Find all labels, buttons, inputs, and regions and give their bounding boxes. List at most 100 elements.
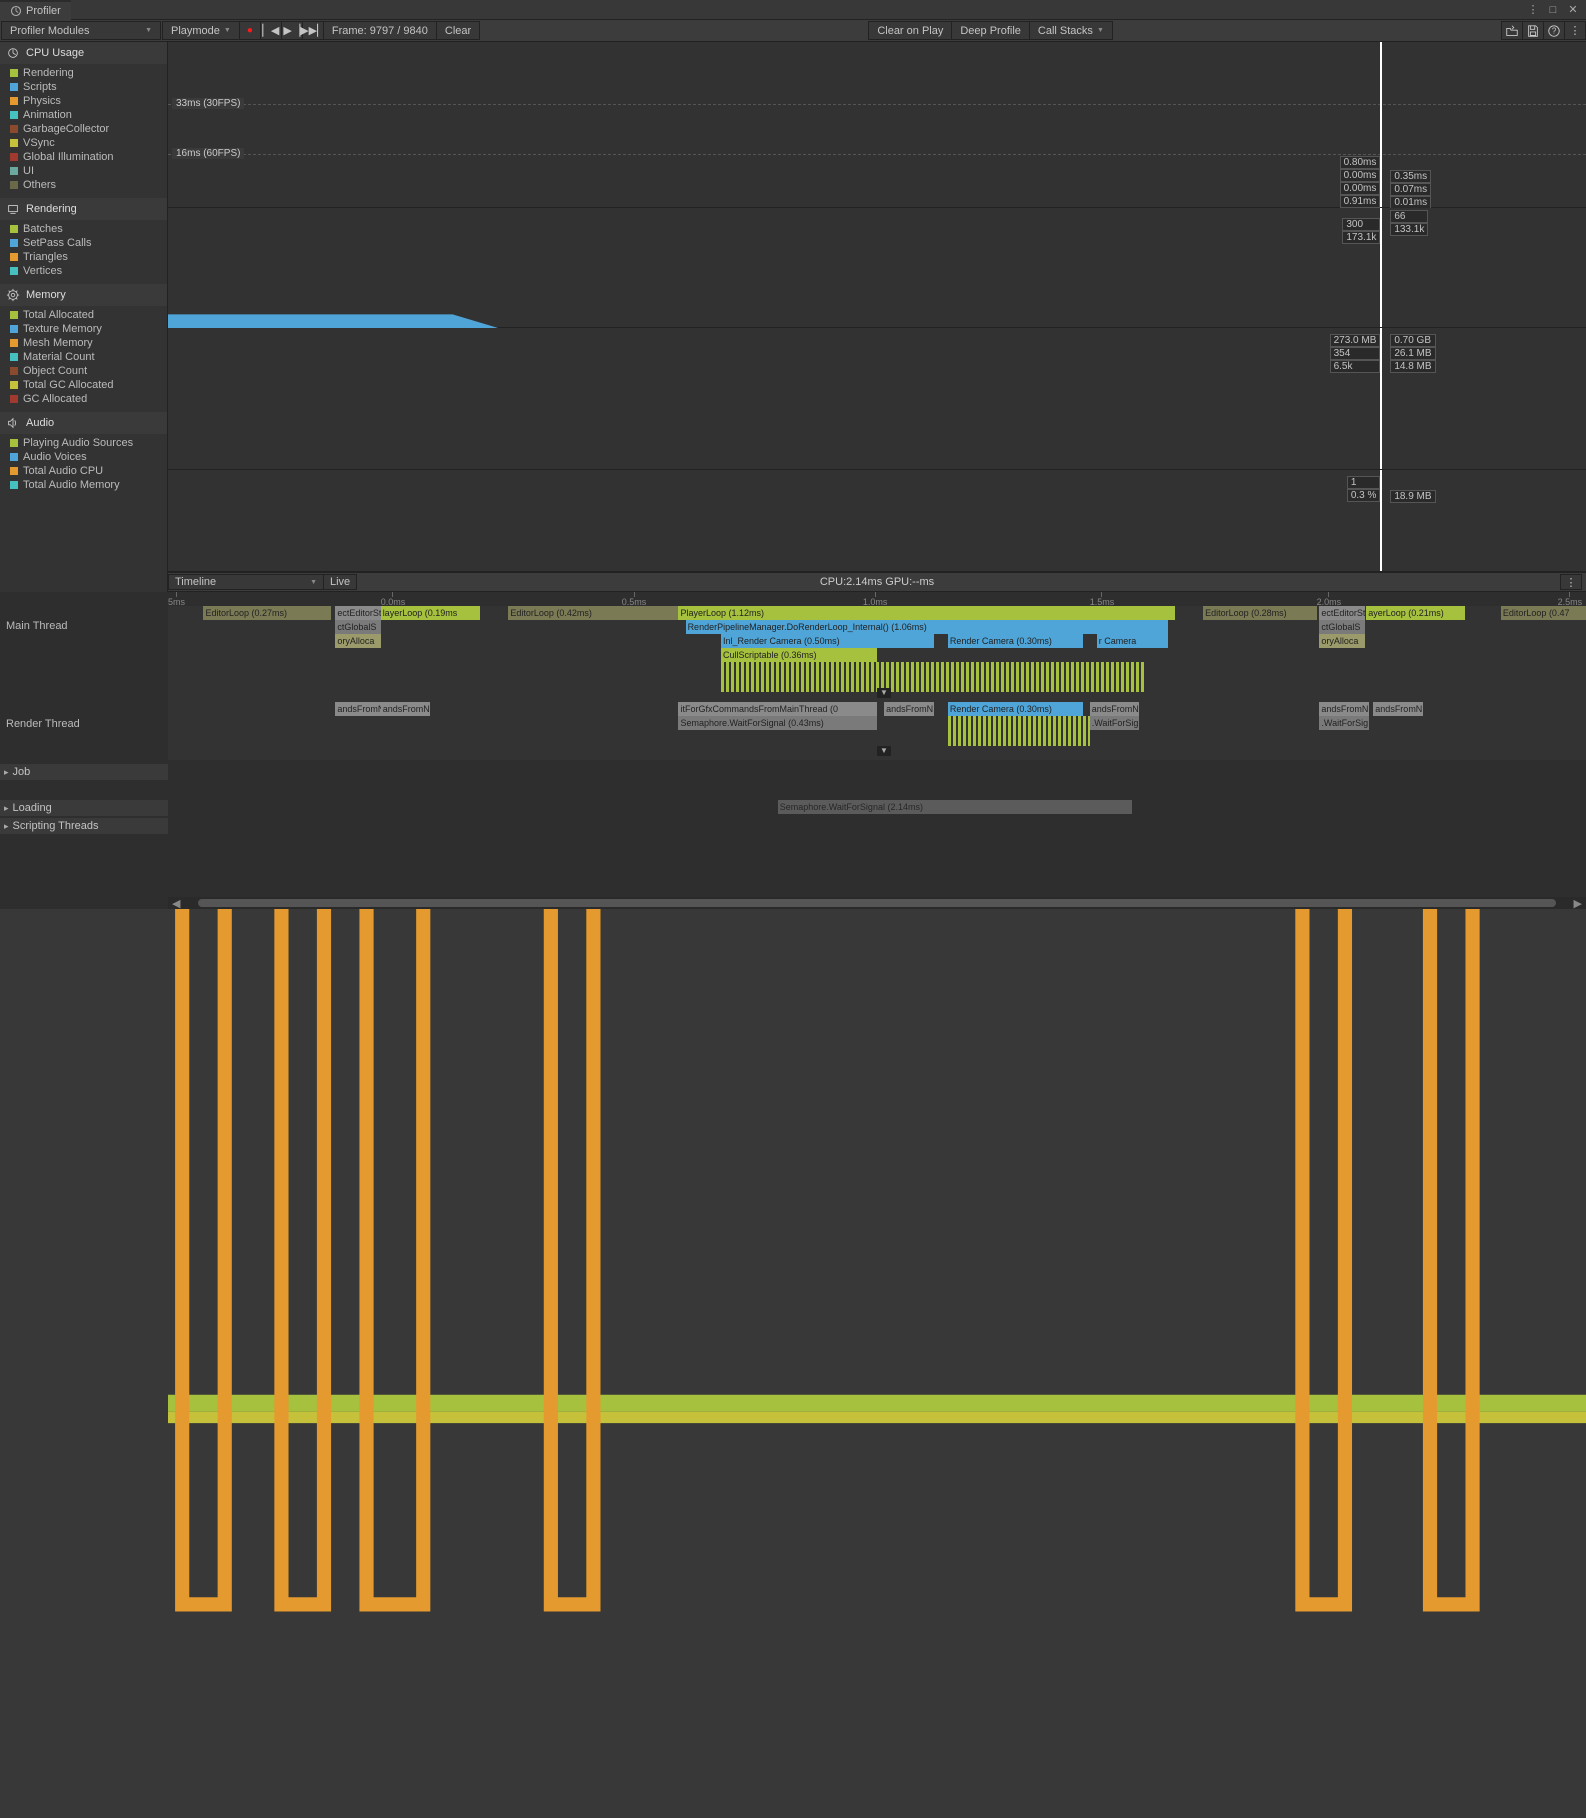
kebab-menu-icon[interactable]: ⋮: [1526, 3, 1540, 17]
legend-item[interactable]: Total Audio Memory: [0, 478, 167, 492]
loading-thread-lane[interactable]: Semaphore.WaitForSignal (2.14ms): [168, 800, 1586, 818]
block-andsfrom[interactable]: andsFromN: [381, 702, 431, 716]
current-frame-button[interactable]: ▶▶▏: [302, 21, 324, 40]
legend-item[interactable]: Physics: [0, 94, 167, 108]
legend-item[interactable]: Others: [0, 178, 167, 192]
audio-header[interactable]: Audio: [0, 412, 167, 434]
rendering-chart[interactable]: 300173.1k 66133.1k: [168, 208, 1586, 328]
job-thread-row[interactable]: Job: [0, 764, 168, 780]
scroll-right-icon[interactable]: ▶: [1570, 897, 1586, 910]
legend-item[interactable]: Vertices: [0, 264, 167, 278]
memory-header[interactable]: Memory: [0, 284, 167, 306]
call-stacks-dropdown[interactable]: Call Stacks: [1029, 21, 1113, 40]
block-semaphore[interactable]: Semaphore.WaitForSignal (0.43ms): [678, 716, 877, 730]
help-button[interactable]: ?: [1543, 21, 1565, 40]
rendering-header[interactable]: Rendering: [0, 198, 167, 220]
legend-item[interactable]: Texture Memory: [0, 322, 167, 336]
scripting-threads-row[interactable]: Scripting Threads: [0, 818, 168, 834]
profiler-tab[interactable]: Profiler: [0, 0, 71, 20]
legend-item[interactable]: Object Count: [0, 364, 167, 378]
legend-item[interactable]: GarbageCollector: [0, 122, 167, 136]
load-button[interactable]: [1501, 21, 1523, 40]
timeline-menu[interactable]: ⋮: [1560, 574, 1582, 590]
profiler-modules-dropdown[interactable]: Profiler Modules: [1, 21, 161, 40]
block-rendercam[interactable]: Render Camera (0.30ms): [948, 702, 1083, 716]
timeline-view-dropdown[interactable]: Timeline: [168, 574, 324, 590]
scroll-left-icon[interactable]: ◀: [168, 897, 184, 910]
legend-item[interactable]: SetPass Calls: [0, 236, 167, 250]
legend-item[interactable]: GC Allocated: [0, 392, 167, 406]
legend-item[interactable]: Batches: [0, 222, 167, 236]
scroll-thumb[interactable]: [198, 899, 1555, 907]
memory-chart[interactable]: 273.0 MB3546.5k 0.70 GB26.1 MB14.8 MB: [168, 328, 1586, 470]
block-playerloop[interactable]: layerLoop (0.19ms: [381, 606, 480, 620]
legend-item[interactable]: Mesh Memory: [0, 336, 167, 350]
render-thread-lane[interactable]: andsFromN andsFromN itForGfxCommandsFrom…: [168, 702, 1586, 760]
block-editorloop[interactable]: EditorLoop (0.28ms): [1203, 606, 1316, 620]
block-editorloop[interactable]: EditorLoop (0.42ms): [508, 606, 678, 620]
block-waitgfx[interactable]: itForGfxCommandsFromMainThread (0: [678, 702, 877, 716]
loading-thread-row[interactable]: Loading: [0, 800, 168, 816]
save-button[interactable]: [1522, 21, 1544, 40]
legend-item[interactable]: Global Illumination: [0, 150, 167, 164]
block-cull[interactable]: CullScriptable (0.36ms): [721, 648, 877, 662]
block-ecteditor[interactable]: ectEditorSt: [335, 606, 380, 620]
cpu-usage-header[interactable]: CPU Usage: [0, 42, 167, 64]
legend-item[interactable]: UI: [0, 164, 167, 178]
block-editorloop[interactable]: EditorLoop (0.27ms): [203, 606, 331, 620]
legend-item[interactable]: Total Allocated: [0, 308, 167, 322]
block-ctglobal[interactable]: ctGlobalS: [1319, 620, 1364, 634]
legend-item[interactable]: Total Audio CPU: [0, 464, 167, 478]
block-andsfrom[interactable]: andsFromN: [884, 702, 934, 716]
prev-frame-button[interactable]: ▏◀: [260, 21, 282, 40]
main-thread-lane[interactable]: EditorLoop (0.27ms) ectEditorSt ctGlobal…: [168, 606, 1586, 702]
legend-item[interactable]: Triangles: [0, 250, 167, 264]
block-rendercam[interactable]: Render Camera (0.30ms): [948, 634, 1083, 648]
playmode-dropdown[interactable]: Playmode: [162, 21, 240, 40]
legend-item[interactable]: Rendering: [0, 66, 167, 80]
job-thread-lane[interactable]: [168, 764, 1586, 798]
legend-item[interactable]: Playing Audio Sources: [0, 436, 167, 450]
block-oryalloc[interactable]: oryAlloca: [335, 634, 380, 648]
block-ecteditor[interactable]: ectEditorSt: [1319, 606, 1364, 620]
audio-chart[interactable]: 10.3 % 18.9 MB: [168, 470, 1586, 572]
block-ctglobal[interactable]: ctGlobalS: [335, 620, 380, 634]
legend-item[interactable]: Animation: [0, 108, 167, 122]
close-icon[interactable]: ✕: [1566, 3, 1580, 17]
live-button[interactable]: Live: [323, 574, 357, 590]
legend-item[interactable]: Material Count: [0, 350, 167, 364]
maximize-icon[interactable]: □: [1546, 3, 1560, 17]
horizontal-scrollbar[interactable]: ◀ ▶: [168, 897, 1586, 909]
block-rcamera[interactable]: r Camera: [1097, 634, 1168, 648]
block-andsfrom[interactable]: andsFromN: [1090, 702, 1140, 716]
legend-item[interactable]: VSync: [0, 136, 167, 150]
record-button[interactable]: ●: [239, 21, 261, 40]
block-editorloop[interactable]: EditorLoop (0.47: [1501, 606, 1586, 620]
expand-button[interactable]: ▼: [877, 688, 891, 698]
frame-marker[interactable]: [1380, 208, 1382, 327]
frame-marker[interactable]: [1380, 42, 1382, 207]
legend-item[interactable]: Scripts: [0, 80, 167, 94]
legend-item[interactable]: Audio Voices: [0, 450, 167, 464]
timeline-body[interactable]: 5ms0.0ms0.5ms1.0ms1.5ms2.0ms2.5ms Main T…: [0, 592, 1586, 909]
block-playerloop[interactable]: ayerLoop (0.21ms): [1366, 606, 1465, 620]
deep-profile-button[interactable]: Deep Profile: [951, 21, 1030, 40]
block-andsfrom[interactable]: andsFromN: [1373, 702, 1423, 716]
block-oryalloc[interactable]: oryAlloca: [1319, 634, 1364, 648]
frame-marker[interactable]: [1380, 470, 1382, 571]
block-waitsig[interactable]: .WaitForSig: [1319, 716, 1369, 730]
block-andsfrom[interactable]: andsFromN: [1319, 702, 1369, 716]
frame-marker[interactable]: [1380, 328, 1382, 469]
block-inlrender[interactable]: Inl_Render Camera (0.50ms): [721, 634, 934, 648]
block-andsfrom[interactable]: andsFromN: [335, 702, 380, 716]
legend-item[interactable]: Total GC Allocated: [0, 378, 167, 392]
block-waitsig[interactable]: .WaitForSig: [1090, 716, 1140, 730]
context-menu-button[interactable]: ⋮: [1564, 21, 1586, 40]
block-renderpipeline[interactable]: RenderPipelineManager.DoRenderLoop_Inter…: [686, 620, 1168, 634]
clear-on-play-button[interactable]: Clear on Play: [868, 21, 952, 40]
expand-button[interactable]: ▼: [877, 746, 891, 756]
clear-button[interactable]: Clear: [436, 21, 480, 40]
block-playerloop[interactable]: PlayerLoop (1.12ms): [678, 606, 1174, 620]
block-semaphore[interactable]: Semaphore.WaitForSignal (2.14ms): [778, 800, 1133, 814]
cpu-chart[interactable]: 33ms (30FPS) 16ms (60FPS) 0.80ms0.00ms0.…: [168, 42, 1586, 208]
